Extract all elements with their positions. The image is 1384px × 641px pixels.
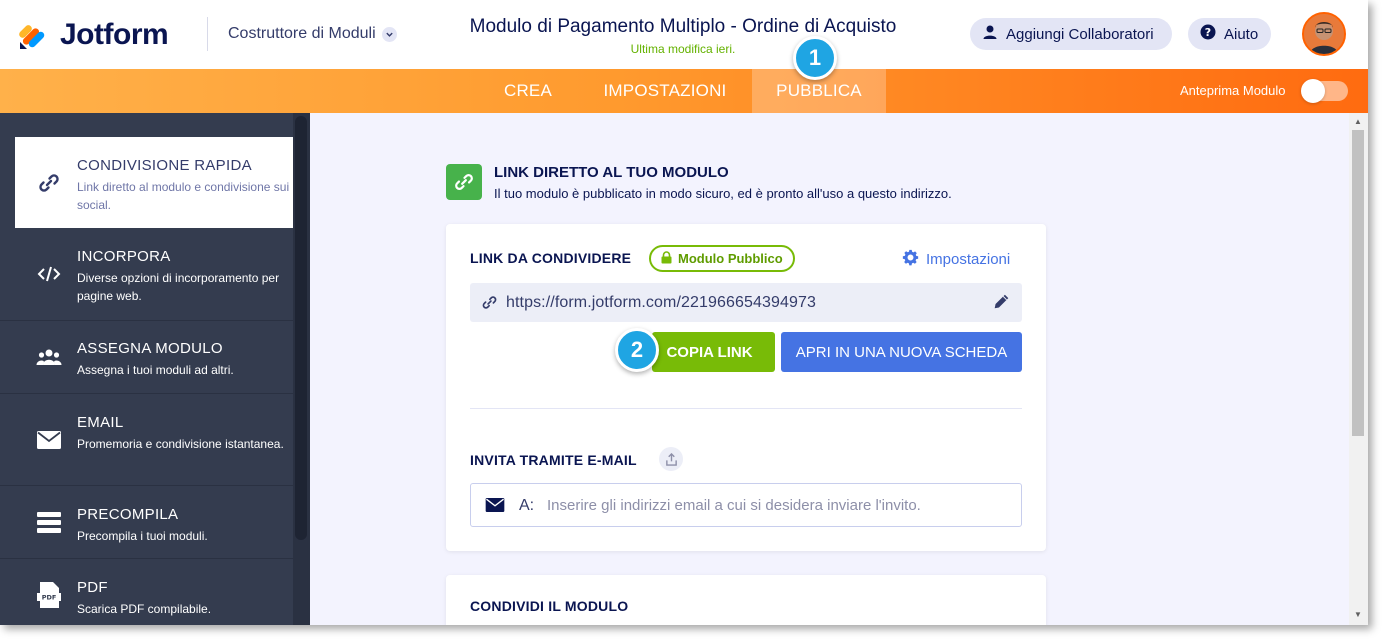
link-icon: [36, 170, 62, 196]
email-to-label: A:: [519, 497, 535, 514]
link-icon: [446, 164, 482, 200]
sidebar-item-desc: Assegna i tuoi moduli ad altri.: [77, 363, 234, 377]
avatar[interactable]: [1302, 12, 1346, 56]
form-title-area: Modulo di Pagamento Multiplo - Ordine di…: [420, 16, 946, 56]
sidebar-item-title: PRECOMPILA: [77, 506, 179, 523]
link-icon: [481, 294, 498, 316]
section-title: LINK DIRETTO AL TUO MODULO: [494, 164, 729, 181]
sidebar-item-title: EMAIL: [77, 414, 124, 431]
settings-link[interactable]: Impostazioni: [902, 249, 1010, 270]
scroll-up-icon[interactable]: ▲: [1353, 117, 1363, 126]
public-form-label: Modulo Pubblico: [678, 251, 783, 266]
help-icon: ?: [1200, 24, 1216, 44]
user-icon: [982, 24, 998, 44]
builder-label: Costruttore di Moduli: [228, 25, 376, 42]
sidebar-item-desc: Link diretto al modulo e condivisione su…: [77, 180, 290, 212]
lock-icon: [661, 250, 672, 267]
list-icon: [36, 510, 62, 536]
tab-impostazioni[interactable]: IMPOSTAZIONI: [586, 69, 744, 113]
sidebar-scroll-thumb[interactable]: [295, 116, 307, 540]
builder-nav: CREA IMPOSTAZIONI PUBBLICA Anteprima Mod…: [0, 69, 1368, 113]
sidebar-item-desc: Precompila i tuoi moduli.: [77, 529, 208, 543]
gear-icon: [902, 249, 919, 270]
invite-email-label: INVITA TRAMITE E-MAIL: [470, 452, 637, 468]
copy-link-button[interactable]: COPIA LINK: [652, 332, 775, 372]
mail-icon: [485, 498, 505, 517]
preview-toggle-knob[interactable]: [1301, 79, 1325, 103]
sidebar-item-desc: Diverse opzioni di incorporamento per pa…: [77, 271, 280, 303]
help-button[interactable]: ? Aiuto: [1188, 18, 1271, 50]
sidebar-item-quick-share[interactable]: CONDIVISIONE RAPIDA Link diretto al modu…: [15, 137, 293, 228]
sidebar-item-embed[interactable]: INCORPORA Diverse opzioni di incorporame…: [0, 228, 293, 321]
app-window: Jotform Costruttore di Moduli Modulo di …: [0, 0, 1368, 625]
form-title[interactable]: Modulo di Pagamento Multiplo - Ordine di…: [420, 16, 946, 38]
jotform-logo[interactable]: Jotform: [18, 18, 169, 52]
pdf-icon: PDF: [36, 582, 62, 608]
sidebar-item-desc: Scarica PDF compilabile.: [77, 602, 212, 616]
sidebar-item-pdf[interactable]: PDF PDF Scarica PDF compilabile.: [0, 559, 293, 625]
sidebar-item-assign[interactable]: ASSEGNA MODULO Assegna i tuoi moduli ad …: [0, 321, 293, 394]
sidebar-item-title: INCORPORA: [77, 248, 171, 265]
share-link-label: LINK DA CONDIVIDERE: [470, 250, 632, 266]
mail-icon: [36, 427, 62, 453]
form-url[interactable]: https://form.jotform.com/221966654394973: [506, 294, 816, 312]
help-label: Aiuto: [1224, 25, 1259, 43]
sidebar-item-title: PDF: [77, 579, 108, 596]
scroll-down-icon[interactable]: ▼: [1353, 610, 1363, 619]
logo-text: Jotform: [60, 18, 169, 51]
jotform-logo-icon: [18, 19, 50, 51]
svg-text:?: ?: [1205, 26, 1211, 39]
users-icon: [36, 344, 62, 370]
section-description: Il tuo modulo è pubblicato in modo sicur…: [494, 186, 952, 201]
sidebar-item-desc: Promemoria e condivisione istantanea.: [77, 437, 284, 451]
sidebar-item-email[interactable]: EMAIL Promemoria e condivisione istantan…: [0, 394, 293, 486]
code-icon: [36, 261, 62, 287]
settings-label: Impostazioni: [926, 251, 1011, 268]
sidebar-item-title: CONDIVISIONE RAPIDA: [77, 157, 252, 174]
share-icon[interactable]: [659, 447, 683, 471]
main-scroll-thumb[interactable]: [1352, 130, 1364, 436]
sidebar-item-title: ASSEGNA MODULO: [77, 340, 223, 357]
svg-text:PDF: PDF: [42, 594, 57, 602]
add-collaborators-button[interactable]: Aggiungi Collaboratori: [970, 18, 1172, 50]
tab-crea[interactable]: CREA: [486, 69, 570, 113]
step-badge-1: 1: [793, 36, 837, 80]
chevron-down-icon: [381, 26, 397, 42]
share-form-label: CONDIVIDI IL MODULO: [470, 598, 629, 614]
builder-dropdown[interactable]: Costruttore di Moduli: [228, 25, 397, 43]
card-divider: [470, 408, 1022, 409]
sidebar-item-prefill[interactable]: PRECOMPILA Precompila i tuoi moduli.: [0, 486, 293, 559]
add-collaborators-label: Aggiungi Collaboratori: [1006, 25, 1154, 43]
last-modified: Ultima modifica ieri.: [630, 42, 736, 56]
email-placeholder[interactable]: Inserire gli indirizzi email a cui si de…: [547, 497, 921, 514]
open-new-tab-button[interactable]: APRI IN UNA NUOVA SCHEDA: [781, 332, 1022, 372]
pencil-icon[interactable]: [993, 293, 1010, 315]
header-divider: [207, 17, 208, 51]
top-header: Jotform Costruttore di Moduli Modulo di …: [0, 0, 1368, 69]
public-form-badge[interactable]: Modulo Pubblico: [649, 245, 795, 272]
step-badge-2: 2: [615, 328, 659, 372]
copy-link-label: COPIA LINK: [666, 343, 753, 361]
preview-label: Anteprima Modulo: [1180, 83, 1286, 98]
